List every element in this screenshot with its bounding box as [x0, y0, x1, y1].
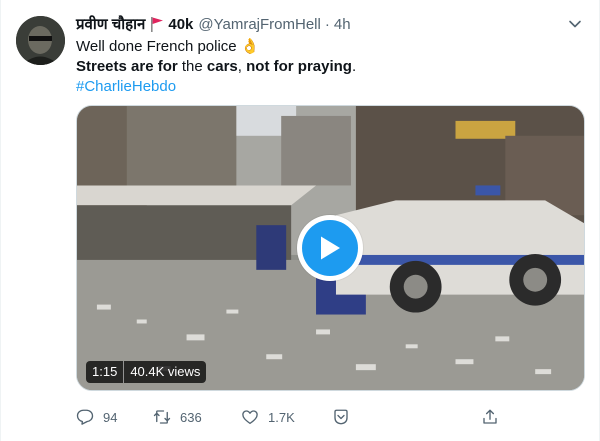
- display-name[interactable]: प्रवीण चौहान: [76, 14, 145, 34]
- text-bold-2: cars: [206, 58, 238, 75]
- reply-icon: [76, 409, 94, 425]
- avatar[interactable]: [16, 16, 65, 65]
- video-duration: 1:15: [86, 361, 125, 383]
- reply-count: 94: [103, 409, 118, 425]
- name-suffix: 40k: [168, 15, 194, 33]
- user-handle[interactable]: @YamrajFromHell: [198, 16, 320, 33]
- text-plain-3: .: [351, 58, 357, 75]
- retweet-icon: [153, 410, 171, 424]
- video-player[interactable]: 1:15 40.4K views: [76, 105, 585, 391]
- play-icon: [302, 220, 358, 276]
- action-bar: 94 636 1.7K: [76, 405, 506, 429]
- text-plain-2: ,: [237, 58, 247, 75]
- separator-dot: ·: [324, 15, 330, 33]
- bookmark-icon: [334, 409, 348, 425]
- chevron-down-icon[interactable]: [565, 14, 585, 34]
- tweet-text-line-2: Streets are for the cars, not for prayin…: [76, 57, 586, 77]
- text-plain-1: the: [177, 58, 207, 75]
- timestamp[interactable]: 4h: [334, 16, 351, 33]
- hashtag-link[interactable]: #CharlieHebdo: [76, 77, 586, 97]
- tweet-header: प्रवीण चौहान 40k @YamrajFromHell · 4h: [76, 14, 351, 34]
- tweet-text-line-1: Well done French police 👌: [76, 38, 260, 55]
- play-button[interactable]: [297, 215, 363, 281]
- retweet-button[interactable]: 636: [153, 408, 202, 426]
- retweet-count: 636: [180, 409, 202, 425]
- share-button[interactable]: [481, 408, 499, 426]
- text-bold-3: not for praying: [246, 58, 352, 75]
- reply-button[interactable]: 94: [76, 408, 117, 426]
- video-badges: 1:15 40.4K views: [86, 361, 207, 383]
- like-count: 1.7K: [268, 409, 295, 425]
- bookmark-button[interactable]: [332, 408, 350, 426]
- video-views: 40.4K views: [130, 364, 201, 379]
- flag-icon: [150, 16, 164, 32]
- like-button[interactable]: 1.7K: [241, 408, 295, 426]
- share-icon: [483, 409, 497, 424]
- tweet-card[interactable]: प्रवीण चौहान 40k @YamrajFromHell · 4h We…: [0, 0, 600, 441]
- tweet-text: Well done French police 👌 Streets are fo…: [76, 37, 586, 97]
- text-bold-1: Streets are for: [76, 58, 178, 75]
- like-icon: [242, 410, 258, 425]
